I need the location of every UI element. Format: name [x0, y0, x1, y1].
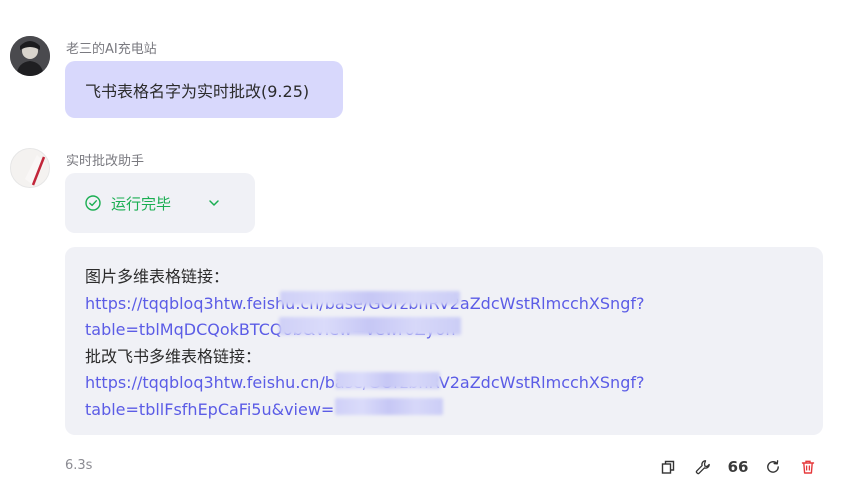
wrench-icon[interactable] [691, 455, 715, 479]
answer-link-grading-table-params[interactable]: table=tbllFsfhEpCaFi5u&view= [85, 397, 803, 424]
message-actions: 66 [656, 455, 831, 479]
redaction-blur [335, 372, 440, 389]
redaction-blur [335, 398, 443, 415]
user-message-bubble: 飞书表格名字为实时批改(9.25) [65, 61, 343, 118]
run-status-toggle[interactable]: 运行完毕 [65, 173, 255, 233]
delete-icon[interactable] [796, 455, 820, 479]
redaction-blur [280, 291, 460, 305]
user-message-text: 飞书表格名字为实时批改(9.25) [85, 81, 310, 101]
bot-avatar[interactable] [10, 148, 50, 188]
check-circle-icon [85, 195, 101, 211]
answer-line-grading-table-label: 批改飞书多维表格链接： [85, 346, 262, 366]
user-avatar[interactable] [10, 36, 50, 76]
answer-line-image-table-label: 图片多维表格链接： [85, 267, 230, 286]
bot-answer-bubble: 图片多维表格链接： https://tqqbloq3htw.feishu.cn/… [65, 247, 823, 435]
quote-icon[interactable]: 66 [726, 455, 750, 479]
user-name: 老三的AI充电站 [66, 42, 157, 57]
chevron-down-icon[interactable] [207, 196, 221, 210]
refresh-icon[interactable] [761, 455, 785, 479]
answer-link-grading-table[interactable]: https://tqqbloq3htw.feishu.cn/base/GOrzb… [85, 370, 803, 397]
copy-icon[interactable] [656, 455, 680, 479]
bot-name: 实时批改助手 [66, 154, 145, 169]
run-status-label: 运行完毕 [111, 194, 172, 213]
elapsed-time: 6.3s [65, 458, 93, 473]
redaction-blur [279, 317, 461, 335]
